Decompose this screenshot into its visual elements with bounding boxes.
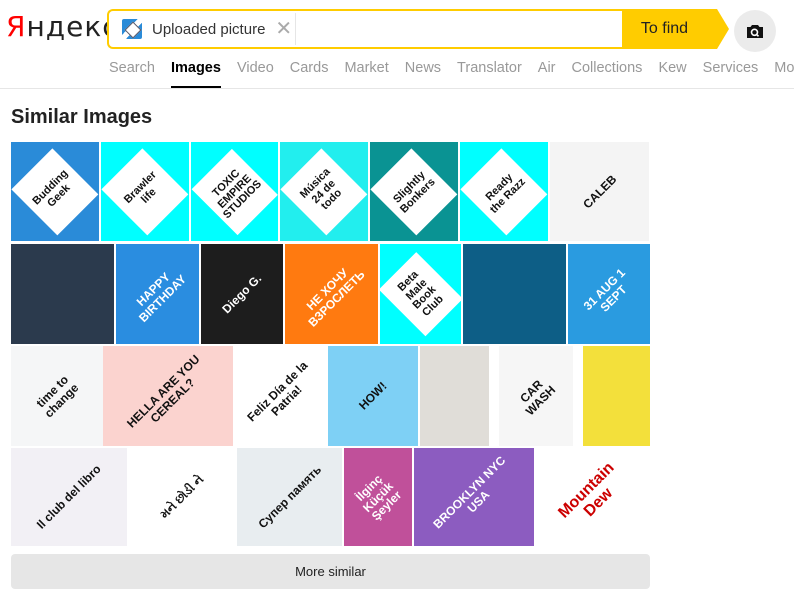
similar-image-tile[interactable]: НЕ ХОЧУ ВЗРОСЛЕТЬ — [285, 244, 378, 344]
find-button[interactable]: To find — [622, 9, 729, 49]
similar-image-tile[interactable] — [420, 346, 489, 446]
image-caption: İlginç Küçük Şeyler — [352, 471, 405, 524]
similar-image-tile[interactable]: Супер память — [237, 448, 342, 546]
image-caption: 31 AUG 1 SEPT — [580, 265, 630, 315]
image-caption: CALEB — [579, 171, 619, 211]
search-bar: Uploaded picture ✕ To find — [107, 9, 729, 49]
similar-image-tile[interactable]: Il club del libro — [11, 448, 127, 546]
tab-search[interactable]: Search — [109, 60, 155, 90]
tab-images[interactable]: Images — [170, 60, 221, 90]
image-caption: Mountain Dew — [555, 459, 618, 522]
tab-collections[interactable]: Collections — [572, 60, 643, 90]
similar-image-tile[interactable]: Beta Male Book Club — [380, 244, 461, 344]
image-caption: Il club del libro — [33, 461, 104, 532]
image-caption: CAR WASH — [517, 377, 558, 418]
similar-image-tile[interactable] — [583, 346, 650, 446]
search-box: Uploaded picture ✕ — [107, 9, 624, 49]
similar-image-tile[interactable]: CAR WASH — [499, 346, 573, 446]
similar-image-tile[interactable]: TOXIC EMPIRE STUDIOS — [191, 142, 278, 241]
similar-image-tile[interactable]: મને છોડી ને — [129, 448, 235, 546]
similar-image-tile[interactable]: İlginç Küçük Şeyler — [344, 448, 412, 546]
similar-image-tile[interactable]: Feliz Día de la Patria! — [235, 346, 328, 446]
similar-image-tile[interactable]: 31 AUG 1 SEPT — [568, 244, 650, 344]
yandex-images-page: Яндекс Uploaded picture ✕ To find Search… — [0, 0, 794, 598]
similar-image-tile[interactable]: BROOKLYN NYC USA — [414, 448, 534, 546]
similar-image-tile[interactable]: Budding Geek — [11, 142, 99, 241]
uploaded-picture-chip[interactable]: Uploaded picture ✕ — [111, 13, 296, 45]
tab-more[interactable]: More — [774, 60, 794, 90]
tab-market[interactable]: Market — [344, 60, 388, 90]
similar-image-tile[interactable]: Slightly Bonkers — [370, 142, 458, 241]
image-caption: HELLA ARE YOU CEREAL? — [124, 352, 203, 431]
tab-news[interactable]: News — [405, 60, 441, 90]
tab-translator[interactable]: Translator — [457, 60, 522, 90]
similar-image-tile[interactable]: Diego G. — [201, 244, 283, 344]
similar-images-title: Similar Images — [11, 106, 153, 128]
similar-image-tile[interactable]: Brawler life — [101, 142, 189, 241]
service-tabs: Search Images Video Cards Market News Tr… — [109, 60, 794, 90]
tab-air[interactable]: Air — [538, 60, 556, 90]
uploaded-picture-thumbnail — [122, 19, 142, 39]
image-caption: HOW! — [356, 379, 390, 413]
image-caption: time to change — [33, 372, 82, 421]
image-caption: Diego G. — [219, 271, 265, 317]
similar-image-tile[interactable]: HAPPY BIRTHDAY — [116, 244, 199, 344]
similar-image-tile[interactable]: HELLA ARE YOU CEREAL? — [103, 346, 233, 446]
yandex-logo[interactable]: Яндекс — [6, 10, 119, 43]
image-caption: Супер память — [254, 462, 324, 532]
camera-search-button[interactable] — [734, 10, 776, 52]
image-caption: BROOKLYN NYC USA — [430, 453, 509, 532]
logo-first-letter: Я — [6, 10, 27, 43]
similar-image-tile[interactable]: Ready the Razz — [460, 142, 548, 241]
tab-kew[interactable]: Kew — [658, 60, 686, 90]
logo-rest: ндекс — [26, 10, 119, 43]
image-caption: НЕ ХОЧУ ВЗРОСЛЕТЬ — [303, 265, 367, 330]
similar-image-tile[interactable]: HOW! — [328, 346, 418, 446]
uploaded-picture-label: Uploaded picture — [152, 20, 266, 38]
close-icon[interactable]: ✕ — [275, 19, 292, 39]
image-caption: Feliz Día de la Patria! — [243, 358, 310, 425]
similar-image-tile[interactable]: Mountain Dew — [536, 448, 650, 546]
image-caption: HAPPY BIRTHDAY — [133, 269, 189, 325]
similar-image-tile[interactable] — [463, 244, 566, 344]
tab-cards[interactable]: Cards — [290, 60, 329, 90]
header-divider — [0, 88, 794, 89]
search-input[interactable] — [299, 13, 619, 45]
similar-image-tile[interactable]: CALEB — [550, 142, 649, 241]
tab-services[interactable]: Services — [703, 60, 759, 90]
more-similar-button[interactable]: More similar — [11, 554, 650, 589]
similar-image-tile[interactable]: time to change — [11, 346, 103, 446]
similar-image-tile[interactable] — [11, 244, 114, 344]
camera-icon — [747, 24, 763, 38]
image-caption: મને છોડી ને — [157, 472, 207, 522]
image-caption: Beta Male Book Club — [395, 268, 446, 319]
tab-video[interactable]: Video — [237, 60, 274, 90]
similar-image-tile[interactable]: Música 24 de todo — [280, 142, 368, 241]
